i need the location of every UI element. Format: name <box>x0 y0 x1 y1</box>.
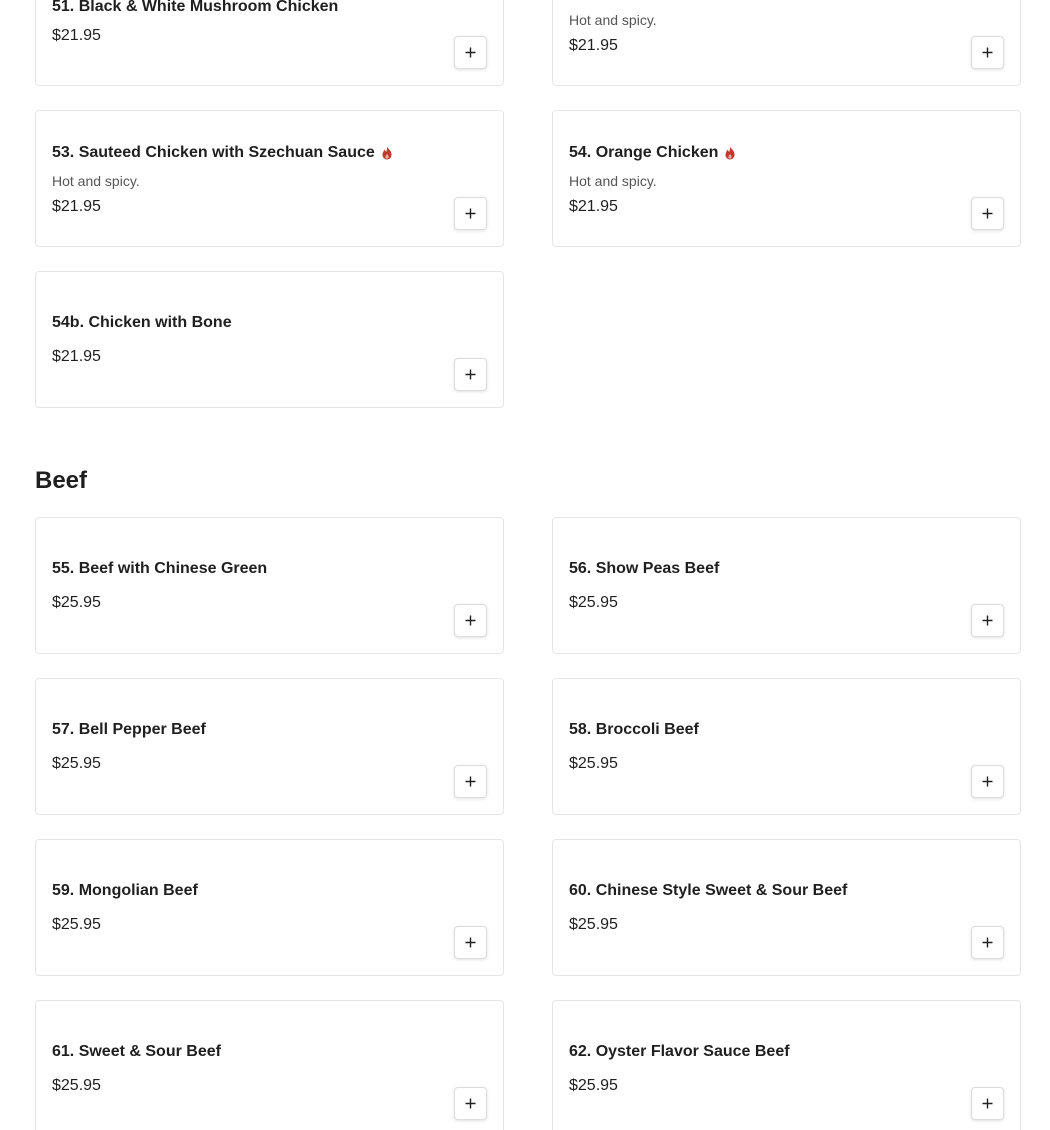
menu-item-card[interactable]: 62. Oyster Flavor Sauce Beef $25.95 <box>552 1000 1021 1130</box>
add-to-order-button[interactable] <box>454 358 487 391</box>
add-to-order-button[interactable] <box>454 197 487 230</box>
flame-icon <box>724 146 736 160</box>
menu-item-name: 51. Black & White Mushroom Chicken <box>52 0 339 15</box>
add-to-order-button[interactable] <box>971 1087 1004 1120</box>
menu-item-name: 60. Chinese Style Sweet & Sour Beef <box>569 882 848 899</box>
add-to-order-button[interactable] <box>454 604 487 637</box>
menu-item-card[interactable]: Hot and spicy. $21.95 <box>552 0 1021 86</box>
menu-item-card[interactable]: 51. Black & White Mushroom Chicken $21.9… <box>35 0 504 86</box>
menu-item-price: $21.95 <box>52 348 101 365</box>
plus-icon <box>982 47 993 58</box>
add-to-order-button[interactable] <box>971 197 1004 230</box>
menu-item-card[interactable]: 60. Chinese Style Sweet & Sour Beef $25.… <box>552 839 1021 976</box>
menu-item-price: $21.95 <box>569 198 618 215</box>
add-to-order-button[interactable] <box>971 765 1004 798</box>
menu-item-card[interactable]: 59. Mongolian Beef $25.95 <box>35 839 504 976</box>
menu-item-price: $25.95 <box>52 594 101 611</box>
menu-item-name: 54b. Chicken with Bone <box>52 314 232 331</box>
menu-item-price: $25.95 <box>52 1077 101 1094</box>
menu-item-card[interactable]: 54b. Chicken with Bone $21.95 <box>35 271 504 408</box>
menu-item-price: $25.95 <box>52 916 101 933</box>
menu-item-price: $25.95 <box>569 594 618 611</box>
menu-item-card[interactable]: 61. Sweet & Sour Beef $25.95 <box>35 1000 504 1130</box>
add-to-order-button[interactable] <box>971 36 1004 69</box>
plus-icon <box>465 937 476 948</box>
plus-icon <box>982 1098 993 1109</box>
menu-item-name: 54. Orange Chicken <box>569 144 736 162</box>
menu-item-card[interactable]: 56. Show Peas Beef $25.95 <box>552 517 1021 654</box>
section-title-beef: Beef <box>35 467 88 494</box>
add-to-order-button[interactable] <box>971 604 1004 637</box>
menu-item-price: $21.95 <box>569 37 618 54</box>
plus-icon <box>465 208 476 219</box>
menu-item-price: $25.95 <box>569 916 618 933</box>
menu-item-description: Hot and spicy. <box>52 173 140 189</box>
menu-item-description: Hot and spicy. <box>569 12 657 28</box>
menu-item-name: 53. Sauteed Chicken with Szechuan Sauce <box>52 144 393 162</box>
menu-item-name: 55. Beef with Chinese Green <box>52 560 268 577</box>
plus-icon <box>982 937 993 948</box>
menu-item-price: $25.95 <box>52 755 101 772</box>
plus-icon <box>465 1098 476 1109</box>
menu-item-price: $25.95 <box>569 755 618 772</box>
menu-item-name: 59. Mongolian Beef <box>52 882 198 899</box>
plus-icon <box>465 615 476 626</box>
menu-item-name: 61. Sweet & Sour Beef <box>52 1043 221 1060</box>
menu-item-price: $25.95 <box>569 1077 618 1094</box>
plus-icon <box>465 776 476 787</box>
menu-item-name: 56. Show Peas Beef <box>569 560 720 577</box>
flame-icon <box>381 146 393 160</box>
add-to-order-button[interactable] <box>454 1087 487 1120</box>
menu-item-card[interactable]: 53. Sauteed Chicken with Szechuan Sauce … <box>35 110 504 247</box>
menu-item-price: $21.95 <box>52 27 101 44</box>
plus-icon <box>982 615 993 626</box>
plus-icon <box>465 47 476 58</box>
plus-icon <box>982 776 993 787</box>
add-to-order-button[interactable] <box>454 36 487 69</box>
add-to-order-button[interactable] <box>454 765 487 798</box>
menu-item-name: 62. Oyster Flavor Sauce Beef <box>569 1043 790 1060</box>
plus-icon <box>465 369 476 380</box>
menu-item-card[interactable]: 54. Orange Chicken Hot and spicy. $21.95 <box>552 110 1021 247</box>
add-to-order-button[interactable] <box>454 926 487 959</box>
plus-icon <box>982 208 993 219</box>
menu-item-card[interactable]: 58. Broccoli Beef $25.95 <box>552 678 1021 815</box>
menu-item-description: Hot and spicy. <box>569 173 657 189</box>
add-to-order-button[interactable] <box>971 926 1004 959</box>
menu-item-card[interactable]: 55. Beef with Chinese Green $25.95 <box>35 517 504 654</box>
menu-item-price: $21.95 <box>52 198 101 215</box>
menu-item-name: 58. Broccoli Beef <box>569 721 699 738</box>
menu-item-name: 57. Bell Pepper Beef <box>52 721 206 738</box>
menu-item-card[interactable]: 57. Bell Pepper Beef $25.95 <box>35 678 504 815</box>
